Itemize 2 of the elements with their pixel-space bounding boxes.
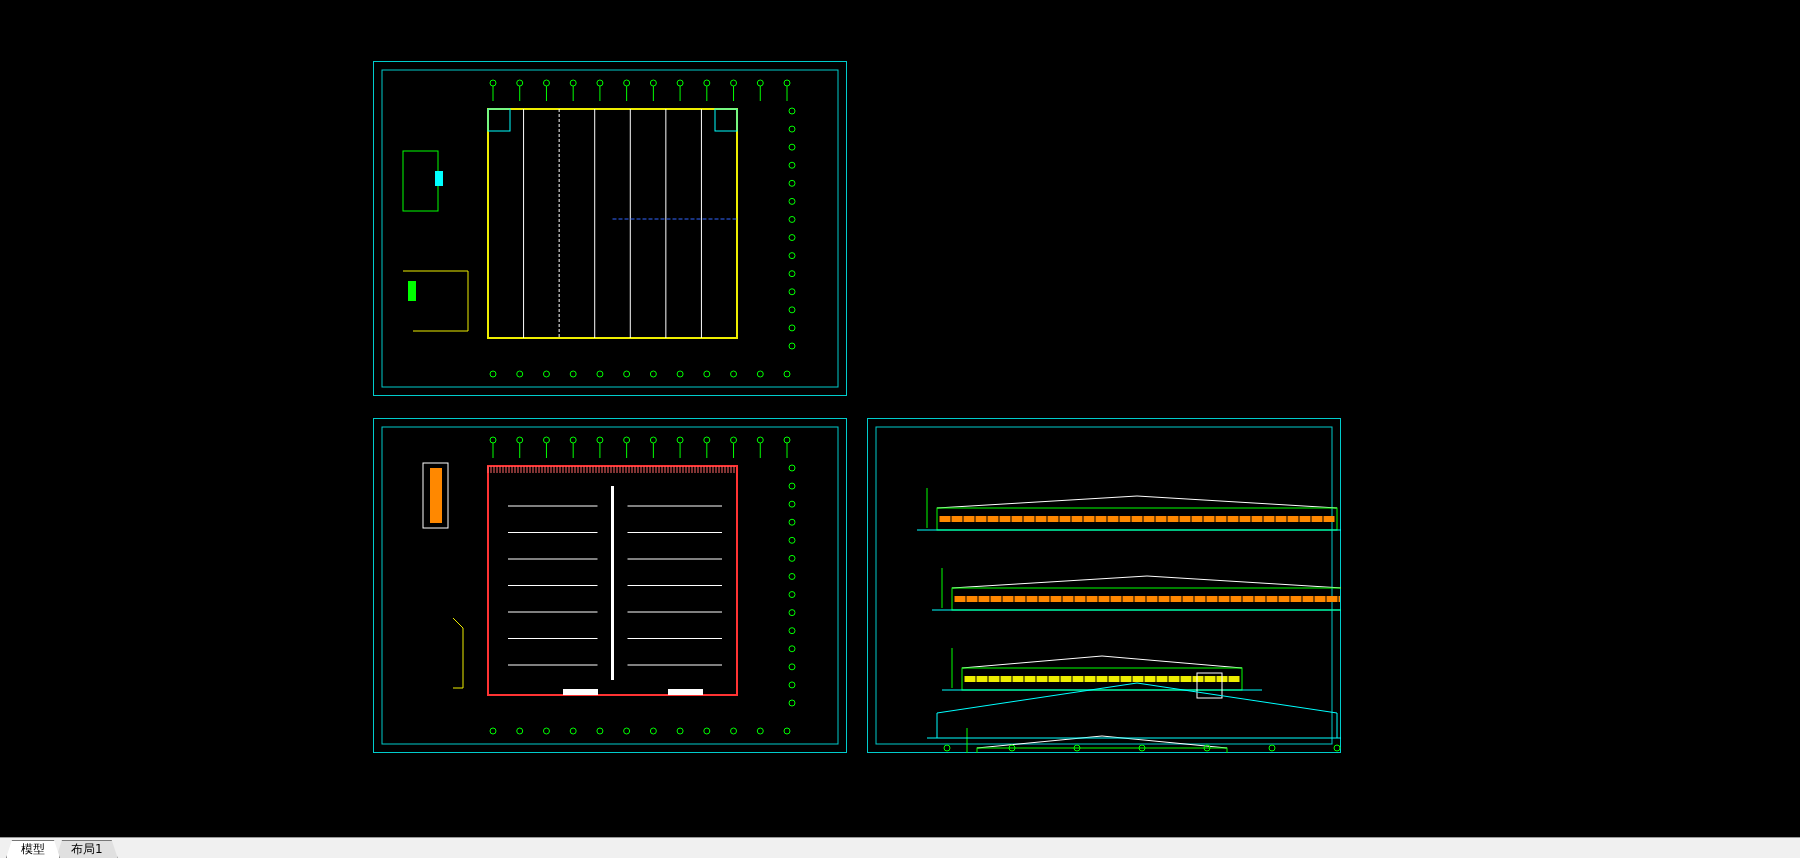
layout-tab[interactable]: 模型 xyxy=(6,840,60,858)
layout-tab[interactable]: 布局1 xyxy=(56,840,118,858)
